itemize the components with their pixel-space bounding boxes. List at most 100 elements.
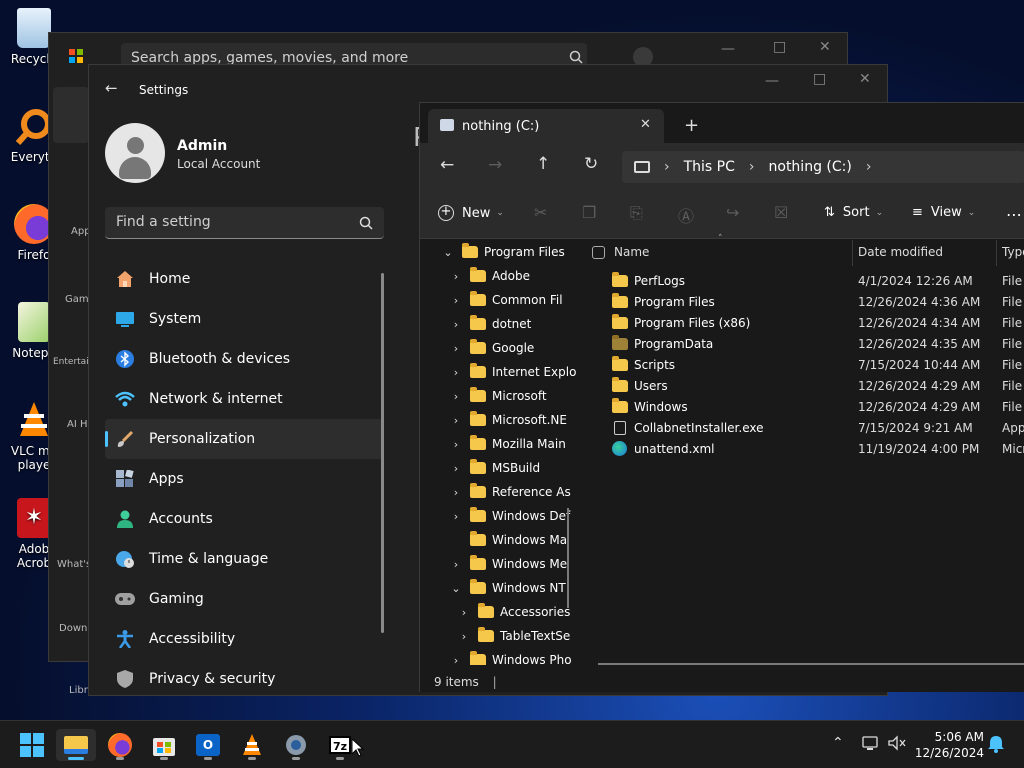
tree-item[interactable]: › Accessories — [420, 600, 578, 624]
file-row[interactable]: Scripts 7/15/2024 10:44 AM File f — [612, 354, 1024, 375]
user-avatar[interactable] — [105, 123, 165, 183]
notification-bell-icon[interactable] — [988, 735, 1004, 757]
nav-item-apps[interactable]: Apps — [105, 459, 384, 499]
new-button[interactable]: + New ⌄ — [438, 205, 504, 221]
tree-item[interactable]: › TableTextSe — [420, 624, 578, 648]
breadcrumb[interactable]: › This PC › nothing (C:) › — [622, 151, 1024, 183]
tree-item[interactable]: › dotnet — [420, 312, 578, 336]
chevron-right-icon[interactable]: › — [450, 294, 462, 307]
tree-item[interactable]: › Adobe — [420, 264, 578, 288]
tree-scrollbar[interactable] — [567, 508, 569, 608]
back-arrow-icon[interactable]: ← — [440, 155, 454, 175]
taskbar-file-explorer[interactable] — [56, 729, 96, 761]
nav-item-system[interactable]: System — [105, 299, 384, 339]
chevron-right-icon[interactable]: › — [450, 342, 462, 355]
chevron-right-icon[interactable]: › — [450, 654, 462, 666]
chevron-down-icon[interactable]: ⌄ — [442, 246, 454, 259]
nav-item-accessibility[interactable]: Accessibility — [105, 619, 384, 659]
chevron-down-icon[interactable]: ⌄ — [450, 582, 462, 595]
tree-item[interactable]: ⌄ Program Files — [420, 240, 578, 264]
column-divider[interactable] — [996, 240, 997, 266]
store-nav-ai-hub-label[interactable]: AI H — [67, 419, 88, 430]
copy-icon[interactable]: ❐ — [582, 203, 596, 222]
store-nav-home[interactable] — [53, 87, 89, 143]
chevron-right-icon[interactable]: › — [450, 486, 462, 499]
close-icon[interactable]: ✕ — [859, 71, 871, 87]
chevron-right-icon[interactable]: › — [450, 318, 462, 331]
new-tab-icon[interactable]: + — [684, 115, 699, 136]
nav-item-home[interactable]: Home — [105, 259, 384, 299]
file-row[interactable]: Program Files 12/26/2024 4:36 AM File f — [612, 291, 1024, 312]
taskbar-vlc[interactable] — [232, 729, 272, 761]
nav-item-time-language[interactable]: Time & language — [105, 539, 384, 579]
file-explorer-window[interactable]: nothing (C:) ✕ + ← → ↑ ↻ › This PC › not… — [419, 102, 1024, 692]
find-setting-input[interactable]: Find a setting — [105, 207, 384, 239]
tree-item[interactable]: › Microsoft — [420, 384, 578, 408]
forward-arrow-icon[interactable]: → — [488, 155, 502, 175]
chevron-right-icon[interactable]: › — [458, 606, 470, 619]
chevron-right-icon[interactable]: › — [450, 558, 462, 571]
breadcrumb-this-pc[interactable]: This PC — [684, 159, 735, 175]
minimize-icon[interactable]: — — [765, 73, 779, 89]
view-button[interactable]: ≡ View ⌄ — [912, 205, 975, 220]
tab-nothing-c[interactable]: nothing (C:) ✕ — [428, 109, 664, 143]
chevron-right-icon[interactable]: › — [450, 414, 462, 427]
system-clock[interactable]: 5:06 AM 12/26/2024 — [915, 729, 984, 761]
file-row[interactable]: Windows 12/26/2024 4:29 AM File f — [612, 396, 1024, 417]
chevron-right-icon[interactable]: › — [450, 390, 462, 403]
close-icon[interactable]: ✕ — [819, 39, 831, 55]
store-nav-gaming-label[interactable]: Gam — [65, 294, 89, 305]
chevron-right-icon[interactable]: › — [450, 462, 462, 475]
close-tab-icon[interactable]: ✕ — [640, 117, 651, 132]
maximize-icon[interactable]: □ — [813, 71, 826, 87]
taskbar-settings[interactable] — [276, 729, 316, 761]
chevron-right-icon[interactable]: › — [450, 270, 462, 283]
taskbar-outlook[interactable]: O — [188, 729, 228, 761]
file-row[interactable]: Program Files (x86) 12/26/2024 4:34 AM Fil… — [612, 312, 1024, 333]
nav-item-personalization[interactable]: Personalization — [105, 419, 384, 459]
refresh-icon[interactable]: ↻ — [584, 154, 598, 174]
nav-scrollbar[interactable] — [381, 273, 384, 633]
store-nav-downloads-label[interactable]: Down — [59, 623, 87, 634]
maximize-icon[interactable]: □ — [773, 39, 786, 55]
volume-muted-icon[interactable] — [888, 735, 906, 755]
column-header-date[interactable]: Date modified — [858, 245, 943, 259]
chevron-right-icon[interactable]: › — [450, 366, 462, 379]
tree-item[interactable]: › Windows Me — [420, 552, 578, 576]
nav-item-bluetooth[interactable]: Bluetooth & devices — [105, 339, 384, 379]
select-all-checkbox[interactable] — [592, 246, 605, 259]
cut-icon[interactable]: ✂ — [534, 203, 547, 222]
tree-item[interactable]: Windows Ma — [420, 528, 578, 552]
delete-icon[interactable]: ☒ — [774, 203, 788, 222]
rename-icon[interactable]: Ⓐ — [678, 203, 694, 227]
taskbar-microsoft-store[interactable] — [144, 729, 184, 761]
tree-item[interactable]: › MSBuild — [420, 456, 578, 480]
horizontal-scrollbar[interactable] — [598, 663, 1024, 665]
file-row[interactable]: Users 12/26/2024 4:29 AM File f — [612, 375, 1024, 396]
share-icon[interactable]: ↪ — [726, 203, 739, 222]
start-button[interactable] — [12, 729, 52, 761]
more-options-icon[interactable]: ⋯ — [1006, 205, 1022, 224]
tree-item[interactable]: ⌄ Windows NT — [420, 576, 578, 600]
file-row[interactable]: CollabnetInstaller.exe 7/15/2024 9:21 AM A… — [612, 417, 1024, 438]
nav-item-network[interactable]: Network & internet — [105, 379, 384, 419]
tree-item[interactable]: › Microsoft.NE — [420, 408, 578, 432]
paste-icon[interactable]: ⎘ — [630, 203, 643, 223]
chevron-up-icon[interactable]: ⌃ — [832, 735, 844, 751]
nav-item-gaming[interactable]: Gaming — [105, 579, 384, 619]
search-icon[interactable] — [359, 216, 373, 234]
store-nav-whats-new-label[interactable]: What's — [57, 559, 91, 570]
sort-button[interactable]: ⇅ Sort ⌄ — [824, 205, 883, 220]
tree-item[interactable]: › Mozilla Main — [420, 432, 578, 456]
column-divider[interactable] — [852, 240, 853, 266]
tree-item[interactable]: › Internet Explo — [420, 360, 578, 384]
store-nav-entertainment-label[interactable]: Entertai — [53, 357, 89, 367]
tree-item[interactable]: › Reference As — [420, 480, 578, 504]
chevron-right-icon[interactable]: › — [450, 510, 462, 523]
up-arrow-icon[interactable]: ↑ — [536, 154, 550, 174]
file-row[interactable]: ProgramData 12/26/2024 4:35 AM File f — [612, 333, 1024, 354]
taskbar-firefox[interactable] — [100, 729, 140, 761]
network-icon[interactable] — [862, 735, 880, 755]
back-arrow-icon[interactable]: ← — [105, 79, 118, 97]
tree-item[interactable]: › Google — [420, 336, 578, 360]
